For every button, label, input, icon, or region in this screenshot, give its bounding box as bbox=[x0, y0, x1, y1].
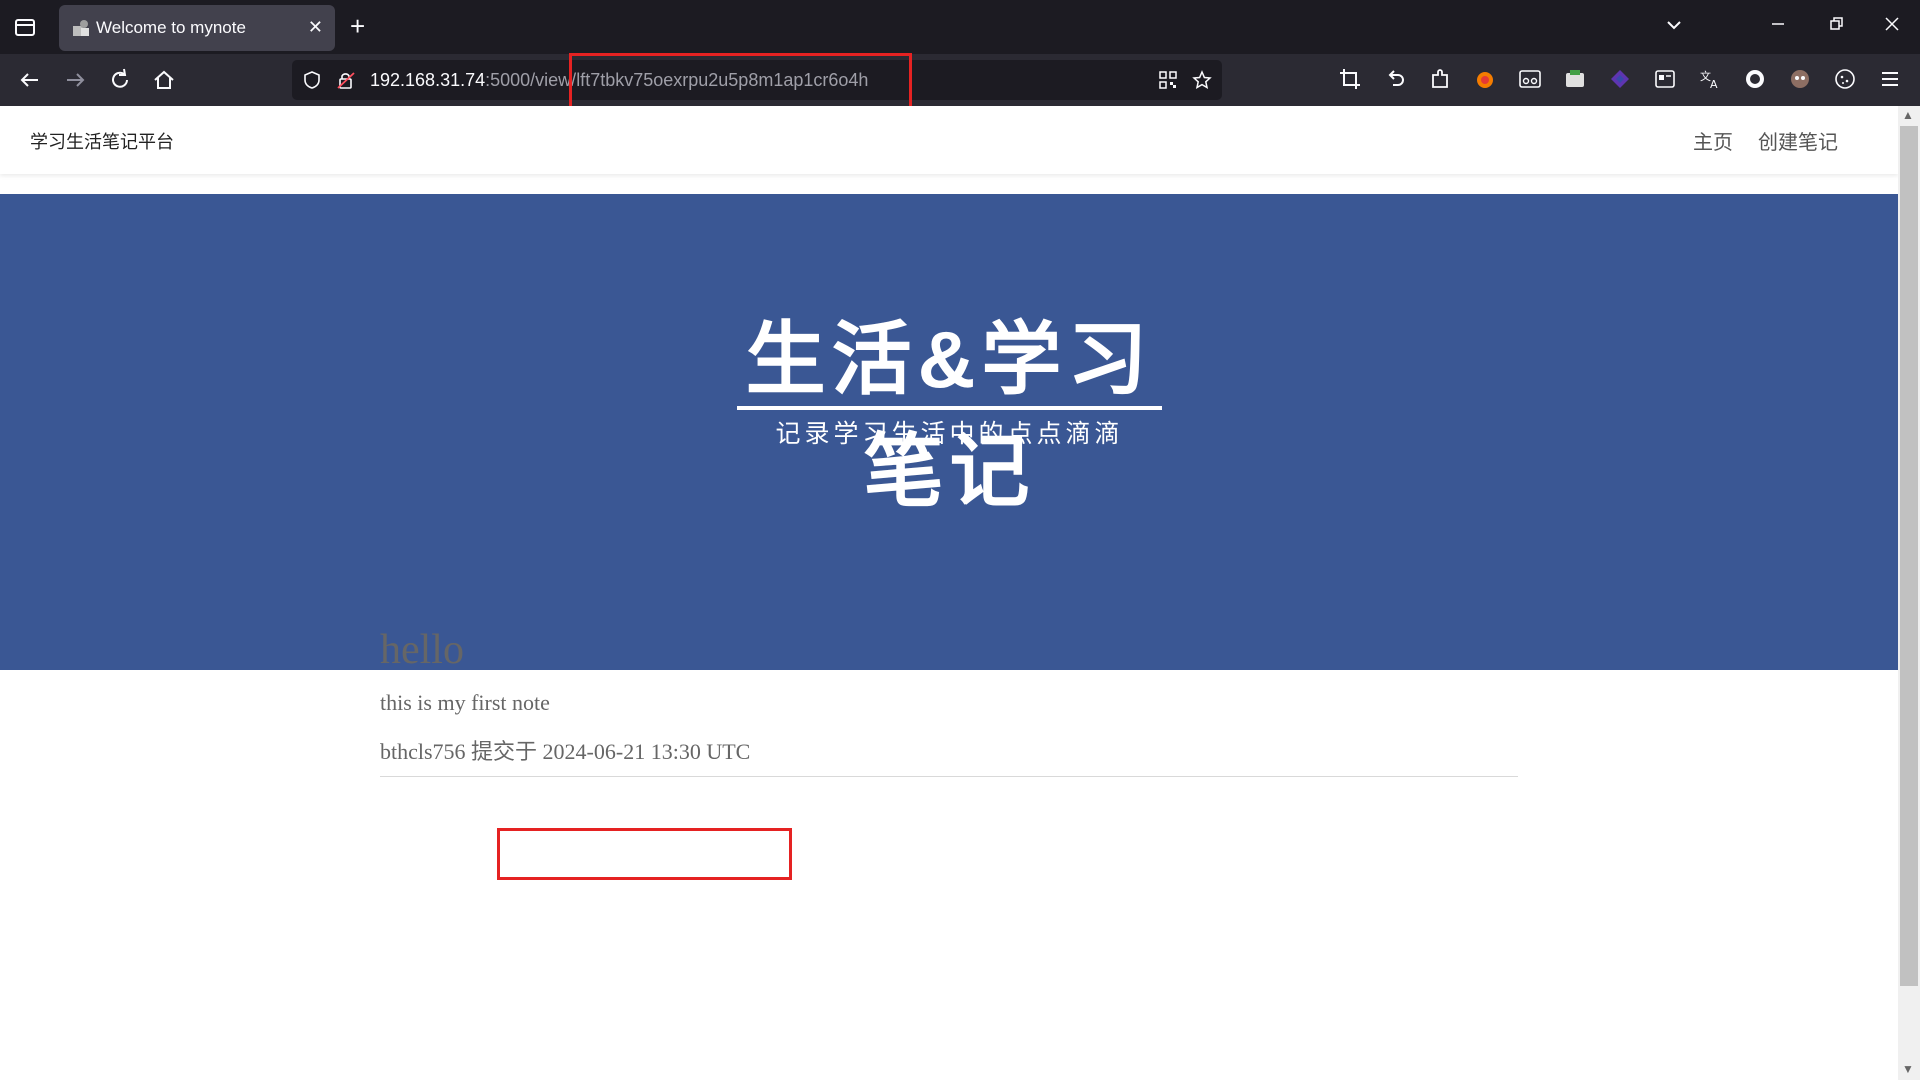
minimize-icon[interactable] bbox=[1768, 14, 1788, 34]
svg-text:A: A bbox=[1710, 78, 1718, 91]
site-brand[interactable]: 学习生活笔记平台 bbox=[30, 128, 174, 154]
bookmark-star-icon[interactable] bbox=[1192, 70, 1212, 90]
url-path-prefix: :5000/view/ bbox=[485, 70, 577, 90]
wappalyzer-extension-icon[interactable] bbox=[1608, 67, 1632, 91]
hackbar-extension-icon[interactable] bbox=[1473, 67, 1497, 91]
translate-extension-icon[interactable]: 文 A bbox=[1698, 67, 1722, 91]
qr-code-icon[interactable] bbox=[1158, 70, 1178, 90]
lock-icon[interactable] bbox=[336, 70, 356, 90]
browser-tab-bar: Welcome to mynote ✕ + bbox=[0, 0, 1920, 54]
undo-icon[interactable] bbox=[1383, 67, 1407, 91]
reader-extension-icon[interactable] bbox=[1653, 67, 1677, 91]
tab-close-icon[interactable]: ✕ bbox=[308, 17, 323, 37]
hero-divider bbox=[737, 406, 1162, 410]
restore-icon[interactable] bbox=[1826, 14, 1846, 34]
browser-toolbar: 192.168.31.74:5000/view/lft7tbkv75oexrpu… bbox=[0, 54, 1920, 106]
tab-list-icon[interactable] bbox=[12, 14, 38, 40]
site-favicon-icon bbox=[73, 20, 89, 36]
nav-link-home[interactable]: 主页 bbox=[1693, 126, 1733, 155]
scroll-down-arrow-icon[interactable]: ▼ bbox=[1902, 1062, 1914, 1076]
home-icon[interactable] bbox=[150, 66, 178, 94]
new-tab-button[interactable]: + bbox=[350, 12, 365, 40]
note-title: hello bbox=[380, 627, 464, 673]
hamburger-menu-icon[interactable] bbox=[1878, 67, 1902, 91]
browser-tab[interactable]: Welcome to mynote ✕ bbox=[59, 5, 335, 51]
scroll-thumb[interactable] bbox=[1900, 126, 1918, 986]
proxy-extension-icon[interactable] bbox=[1518, 67, 1542, 91]
url-highlight-box bbox=[569, 53, 912, 109]
forward-icon[interactable] bbox=[61, 66, 89, 94]
reload-icon[interactable] bbox=[106, 66, 134, 94]
scroll-up-arrow-icon[interactable]: ▲ bbox=[1902, 108, 1914, 122]
record-extension-icon[interactable] bbox=[1743, 67, 1767, 91]
cookie-extension-icon[interactable] bbox=[1833, 67, 1857, 91]
date-highlight-box bbox=[497, 828, 792, 880]
url-host: 192.168.31.74 bbox=[370, 70, 486, 90]
back-icon[interactable] bbox=[16, 66, 44, 94]
page-scrollbar[interactable]: ▲ ▼ bbox=[1898, 106, 1920, 1080]
extensions-puzzle-icon[interactable] bbox=[1428, 67, 1452, 91]
note-meta: bthcls756 提交于 2024-06-21 13:30 UTC bbox=[380, 739, 751, 764]
close-window-icon[interactable] bbox=[1882, 14, 1902, 34]
note-divider bbox=[380, 776, 1518, 777]
shield-icon[interactable] bbox=[302, 70, 322, 90]
note-body: this is my first note bbox=[380, 690, 550, 715]
site-navbar: 学习生活笔记平台 主页 创建笔记 bbox=[0, 106, 1898, 174]
page-content: 学习生活笔记平台 主页 创建笔记 生活&学习笔记 记录学习生活中的点点滴滴 bbox=[0, 106, 1898, 1080]
crop-screenshot-icon[interactable] bbox=[1338, 67, 1362, 91]
profile-extension-icon[interactable] bbox=[1788, 67, 1812, 91]
nav-link-create-note[interactable]: 创建笔记 bbox=[1758, 126, 1838, 155]
list-all-tabs-chevron-icon[interactable] bbox=[1663, 14, 1685, 36]
hero-subtitle: 记录学习生活中的点点滴滴 bbox=[775, 420, 1124, 448]
screenshot-extension-icon[interactable] bbox=[1563, 67, 1587, 91]
hero-banner: 生活&学习笔记 记录学习生活中的点点滴滴 bbox=[0, 194, 1898, 670]
tab-title: Welcome to mynote bbox=[96, 18, 246, 37]
